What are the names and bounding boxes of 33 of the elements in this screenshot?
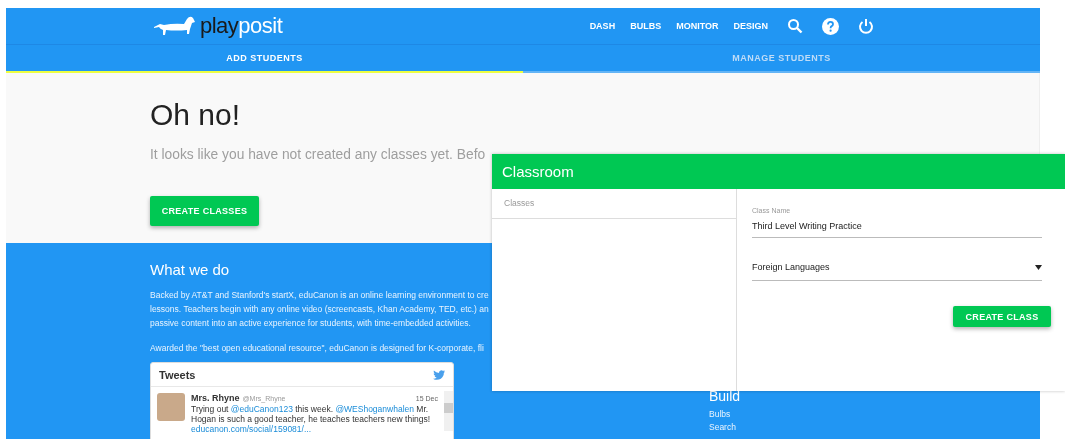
- help-icon[interactable]: [822, 17, 839, 35]
- nav-link[interactable]: BULBS: [630, 21, 662, 31]
- bird-icon: [433, 370, 445, 380]
- footer-link[interactable]: Search: [709, 421, 741, 434]
- logo-text: playposit: [200, 13, 283, 39]
- caret-icon: [1035, 264, 1042, 270]
- scrollbar[interactable]: [444, 391, 453, 431]
- nav-link[interactable]: DESIGN: [733, 21, 768, 31]
- heading: Oh no!: [150, 97, 242, 133]
- dog-logo-icon: [152, 15, 198, 37]
- footer-link[interactable]: Bulbs: [709, 408, 741, 421]
- section-title: What we do: [150, 261, 231, 278]
- create-class-button[interactable]: CREATE CLASS: [953, 306, 1051, 327]
- scroll-thumb[interactable]: [444, 403, 453, 413]
- nav-link[interactable]: MONITOR: [676, 21, 719, 31]
- author-name[interactable]: Mrs. Rhyne: [191, 393, 240, 403]
- list-header: Classes: [492, 189, 736, 219]
- message-text: It looks like you have not created any classes yet. Befo: [150, 147, 487, 162]
- nav-link[interactable]: DASH: [589, 21, 616, 31]
- paragraph-line: lessons. Teachers begin with any online video (screencasts, Khan Academy, TED, etc.) an: [150, 303, 490, 316]
- widget-title: Tweets: [159, 369, 196, 381]
- paragraph-line: passive content into an active experience for students, with time-embedded activities.: [150, 317, 472, 330]
- paragraph-line: Awarded the "best open educational resource", eduCanon is designed for K-corporate, fli: [150, 342, 485, 355]
- tweet-text: Trying out @eduCanon123 this week. @WEShoganwhalen Mr. Hogan is such a good teacher, he teaches teachers new things!: [191, 404, 432, 424]
- footer-title: Build: [709, 388, 741, 404]
- dialog-title: Classroom: [492, 154, 1065, 189]
- create-classes-button[interactable]: CREATE CLASSES: [150, 196, 259, 226]
- avatar: [157, 393, 185, 421]
- subject-dropdown[interactable]: Foreign Languages: [752, 262, 1042, 281]
- paragraph-line: Backed by AT&T and Stanford's startX, eduCanon is an online learning environment to cre: [150, 289, 490, 302]
- tweet-link[interactable]: educanon.com/social/159081/...: [191, 424, 438, 434]
- power-icon[interactable]: [858, 18, 874, 34]
- search-icon[interactable]: [787, 18, 803, 34]
